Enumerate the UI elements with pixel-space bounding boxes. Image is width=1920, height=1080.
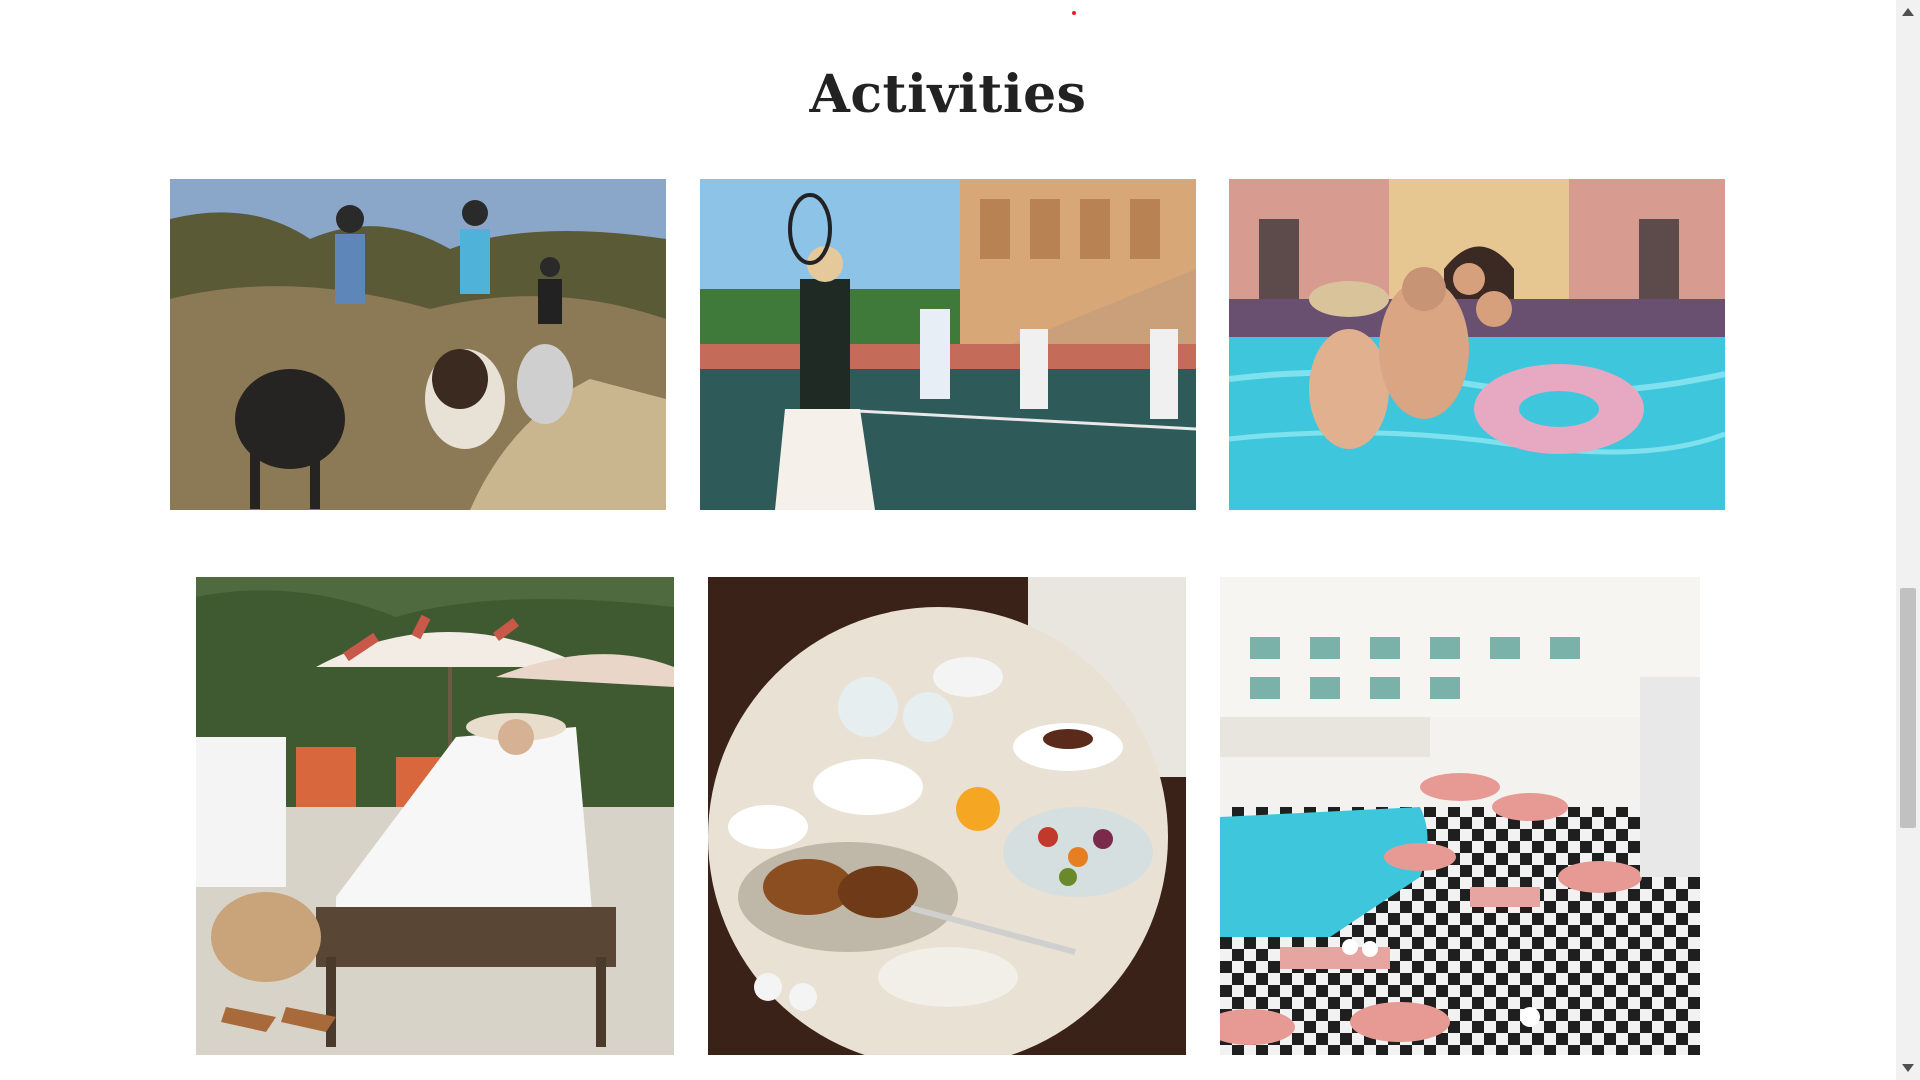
activity-photo-family-pool[interactable] — [1229, 179, 1725, 510]
accent-dot — [1072, 11, 1076, 15]
activity-photo-breakfast-table[interactable] — [708, 577, 1186, 1055]
activity-photo-tennis[interactable] — [700, 179, 1196, 510]
activity-photo-poolside-lounge[interactable] — [196, 577, 674, 1055]
vertical-scrollbar[interactable] — [1896, 0, 1920, 1080]
activity-photo-hotel-courtyard-pool[interactable] — [1220, 577, 1700, 1055]
scroll-up-arrow-icon[interactable] — [1902, 8, 1914, 16]
activity-photo-horseback-riding[interactable] — [170, 179, 666, 510]
scrollbar-thumb[interactable] — [1900, 588, 1916, 828]
scroll-down-arrow-icon[interactable] — [1902, 1064, 1914, 1072]
page-title: Activities — [809, 64, 1087, 125]
